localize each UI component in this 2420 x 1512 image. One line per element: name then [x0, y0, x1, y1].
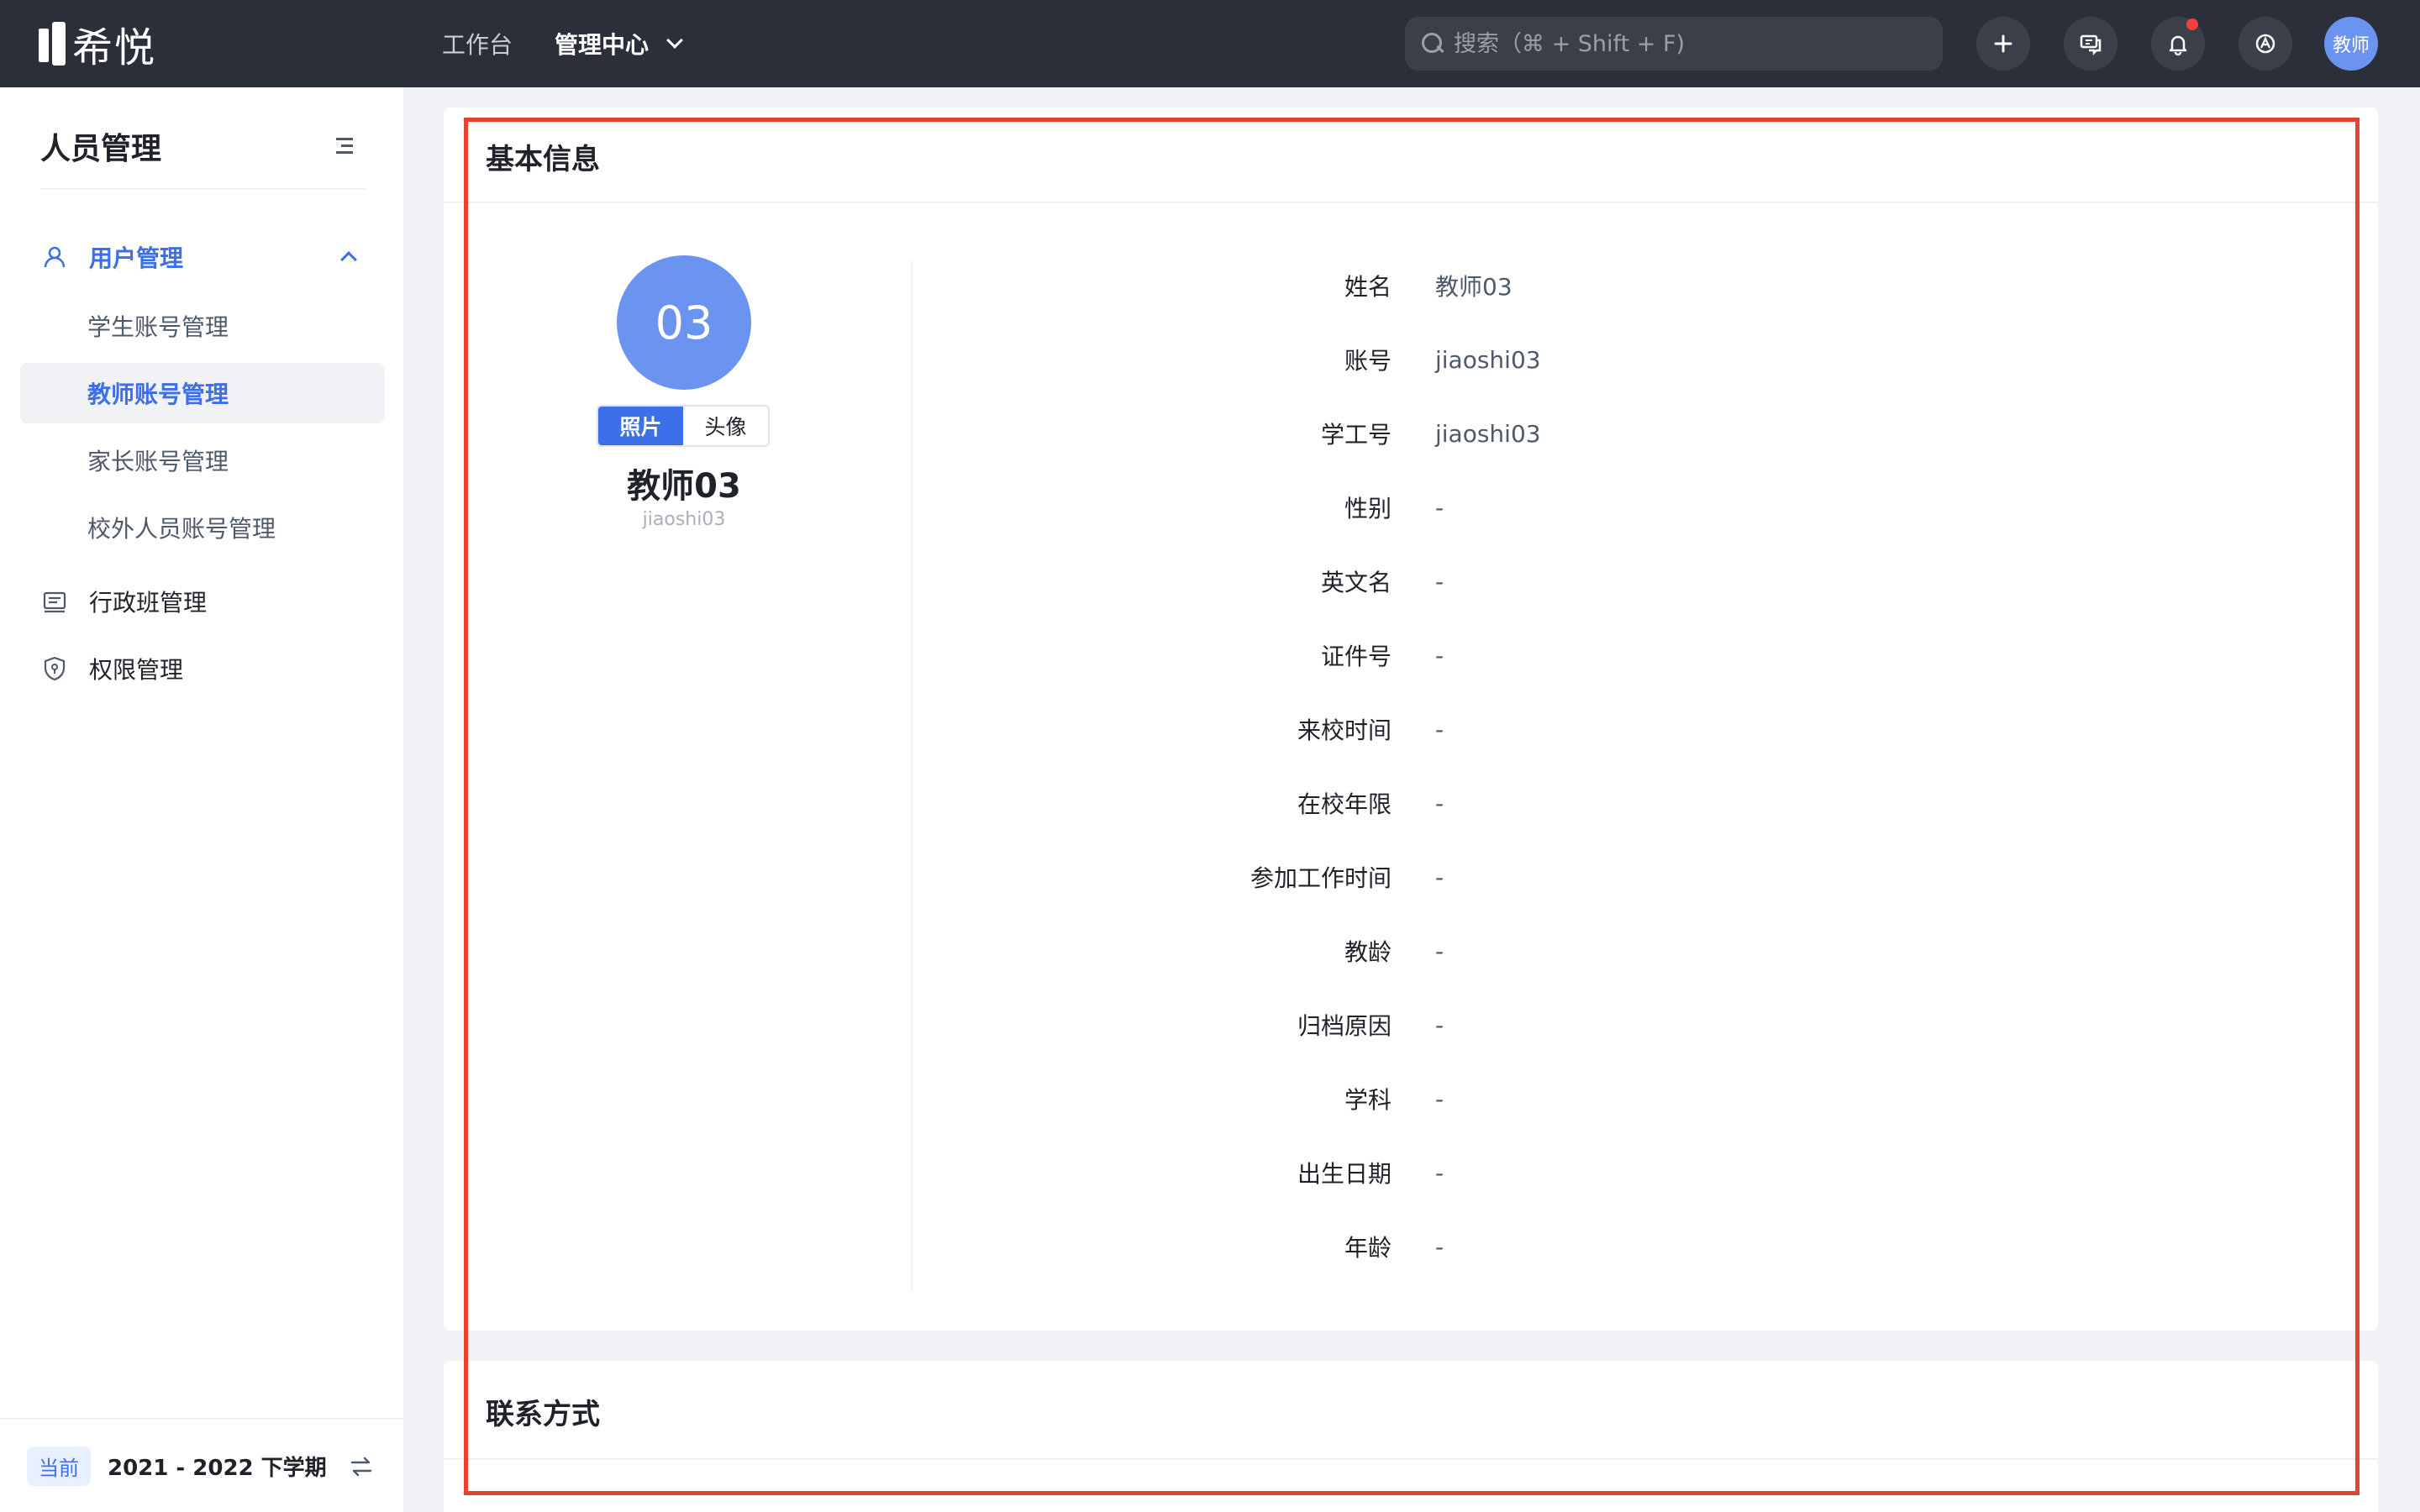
- info-field-row: 参加工作时间 -: [1032, 860, 1444, 894]
- info-field-row: 英文名 -: [1032, 564, 1444, 598]
- info-field-row: 年龄 -: [1032, 1230, 1444, 1263]
- field-label: 姓名: [1344, 273, 1392, 301]
- menu-user-management-label: 用户管理: [89, 244, 184, 272]
- field-label: 参加工作时间: [1249, 864, 1392, 892]
- info-field-row: 在校年限 -: [1032, 786, 1444, 820]
- field-value: -: [1435, 1158, 1444, 1187]
- field-value: -: [1435, 567, 1444, 596]
- logo-text: 希悦: [72, 24, 157, 71]
- swap-icon[interactable]: [348, 1453, 375, 1480]
- card-header-divider: [444, 202, 2378, 203]
- info-field-row: 姓名 教师03: [1032, 269, 1512, 302]
- sidebar-item-teacher-accounts[interactable]: 教师账号管理: [20, 363, 385, 423]
- field-label: 出生日期: [1297, 1160, 1392, 1188]
- toggle-photo[interactable]: 照片: [598, 407, 683, 445]
- profile-account: jiaoshi03: [642, 509, 726, 530]
- bell-icon: [2169, 35, 2187, 56]
- field-value: -: [1435, 937, 1444, 965]
- card-header-divider: [444, 1458, 2378, 1460]
- profile-divider: [911, 260, 913, 1292]
- chevron-down-icon: [666, 32, 683, 49]
- info-field-row: 出生日期 -: [1032, 1156, 1444, 1189]
- user-avatar[interactable]: 教师: [2324, 17, 2378, 71]
- field-label: 证件号: [1320, 643, 1392, 670]
- info-field-row: 学工号 jiaoshi03: [1032, 417, 1541, 450]
- photo-avatar-toggle: 照片 头像: [597, 405, 770, 447]
- search-input[interactable]: [1454, 30, 1924, 57]
- field-value: -: [1435, 1232, 1444, 1261]
- info-field-row: 学科 -: [1032, 1082, 1444, 1116]
- add-button[interactable]: [1976, 17, 2030, 71]
- menu-class-management-label: 行政班管理: [89, 589, 208, 617]
- nav-admin-center-label: 管理中心: [555, 31, 650, 59]
- field-value: -: [1435, 715, 1444, 743]
- basic-info-title: 基本信息: [486, 143, 600, 176]
- sidebar-title: 人员管理: [40, 132, 162, 166]
- user-icon: [40, 243, 69, 271]
- logo-mark-icon: [39, 22, 67, 66]
- field-label: 性别: [1344, 495, 1392, 522]
- term-current-badge: 当前: [27, 1446, 91, 1486]
- basic-info-card: 基本信息 03 照片 头像 教师03 jiaoshi03 姓名 教师03 账号 jia…: [444, 108, 2378, 1331]
- main-nav: 工作台 管理中心: [442, 0, 723, 87]
- sidebar-item-parent-accounts[interactable]: 家长账号管理: [20, 430, 385, 491]
- info-field-row: 归档原因 -: [1032, 1008, 1444, 1042]
- search-icon: [1422, 33, 1444, 55]
- chat-icon: [2080, 34, 2102, 56]
- nav-workbench[interactable]: 工作台: [442, 27, 513, 60]
- toggle-avatar[interactable]: 头像: [683, 407, 768, 445]
- profile-name: 教师03: [627, 467, 741, 506]
- contact-title: 联系方式: [486, 1398, 600, 1431]
- sidebar: 人员管理 用户管理 学生账号管理 教师账号管理 家长账号管理 校外人员账号管理 …: [0, 87, 403, 1512]
- term-selector[interactable]: 当前 2021 - 2022 下学期: [0, 1418, 403, 1512]
- field-value: -: [1435, 1084, 1444, 1113]
- field-label: 归档原因: [1297, 1012, 1392, 1040]
- field-value: -: [1435, 863, 1444, 891]
- field-label: 在校年限: [1297, 790, 1392, 818]
- info-field-row: 性别 -: [1032, 491, 1444, 524]
- top-navigation-bar: 希悦 工作台 管理中心 教师: [0, 0, 2420, 87]
- field-value: -: [1435, 1011, 1444, 1039]
- contact-card: 联系方式: [444, 1361, 2378, 1512]
- nav-admin-center[interactable]: 管理中心: [555, 27, 683, 60]
- app-center-button[interactable]: [2238, 17, 2292, 71]
- info-field-row: 教龄 -: [1032, 934, 1444, 968]
- shield-icon: [40, 654, 69, 683]
- field-value: jiaoshi03: [1435, 419, 1541, 448]
- menu-permission-management[interactable]: 权限管理: [20, 637, 387, 701]
- sidebar-item-external-accounts[interactable]: 校外人员账号管理: [20, 497, 385, 558]
- field-label: 账号: [1344, 347, 1392, 375]
- field-label: 教龄: [1344, 938, 1392, 966]
- field-value: -: [1435, 493, 1444, 522]
- field-label: 来校时间: [1297, 717, 1392, 744]
- messages-button[interactable]: [2064, 17, 2118, 71]
- plus-icon: [1994, 34, 2012, 53]
- chevron-up-icon: [340, 251, 357, 268]
- field-value: -: [1435, 641, 1444, 669]
- info-field-row: 来校时间 -: [1032, 712, 1444, 746]
- field-value: -: [1435, 789, 1444, 817]
- info-field-row: 账号 jiaoshi03: [1032, 343, 1541, 376]
- field-value: 教师03: [1435, 273, 1512, 301]
- search-box[interactable]: [1405, 17, 1943, 71]
- sidebar-divider: [40, 188, 366, 190]
- menu-user-management[interactable]: 用户管理: [20, 225, 387, 289]
- info-field-row: 证件号 -: [1032, 638, 1444, 672]
- field-label: 英文名: [1320, 569, 1392, 596]
- profile-avatar: 03: [617, 255, 751, 390]
- notifications-button[interactable]: [2151, 17, 2205, 71]
- field-value: jiaoshi03: [1435, 345, 1541, 374]
- sidebar-item-student-accounts[interactable]: 学生账号管理: [20, 296, 385, 356]
- term-label: 2021 - 2022 下学期: [108, 1455, 327, 1481]
- field-label: 年龄: [1344, 1234, 1392, 1262]
- class-list-icon: [40, 587, 69, 616]
- menu-permission-management-label: 权限管理: [89, 656, 184, 684]
- collapse-sidebar-icon[interactable]: [331, 136, 355, 156]
- app-center-icon: [2255, 34, 2275, 54]
- field-label: 学科: [1344, 1086, 1392, 1114]
- unread-dot: [2186, 18, 2198, 30]
- field-label: 学工号: [1320, 421, 1392, 449]
- menu-class-management[interactable]: 行政班管理: [20, 570, 387, 633]
- app-logo[interactable]: 希悦: [39, 20, 156, 71]
